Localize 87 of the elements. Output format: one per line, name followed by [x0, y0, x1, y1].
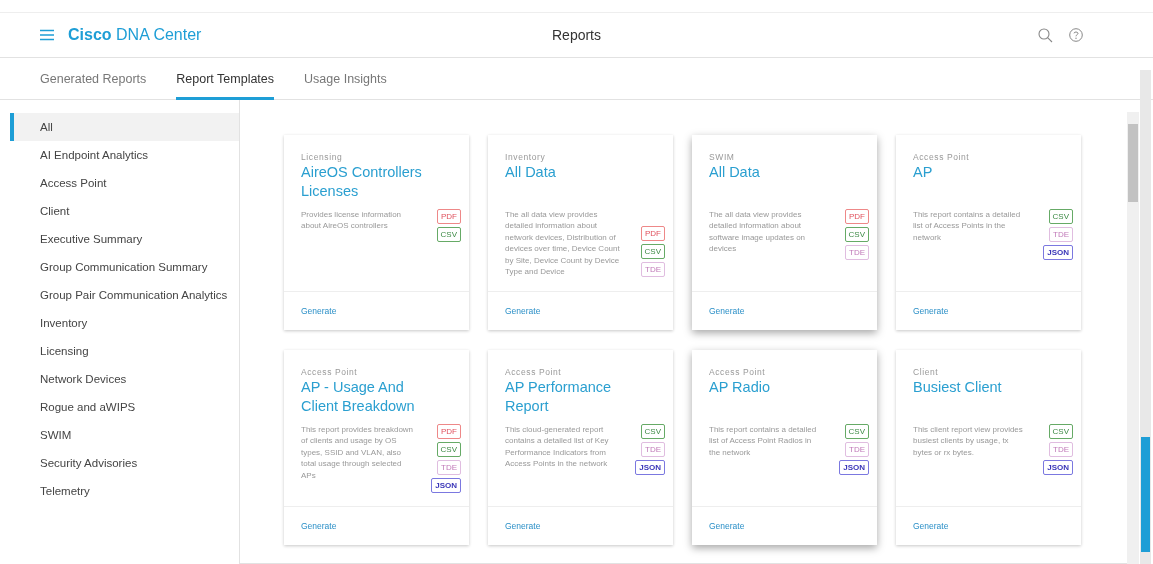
generate-link[interactable]: Generate	[301, 306, 337, 316]
card-title: Busiest Client	[913, 378, 1003, 397]
report-card[interactable]: SWIM All Data The all data view provides detailed information about software image updates on devices PDF CSV TDE Generate	[692, 135, 877, 330]
card-category: Access Point	[913, 152, 971, 162]
sidebar-item[interactable]: Group Communication Summary	[10, 253, 239, 281]
format-tag: JSON	[839, 460, 869, 475]
card-title: AP - Usage And Client Breakdown	[301, 378, 416, 416]
tab[interactable]: Report Templates	[176, 58, 275, 100]
format-tag: TDE	[641, 442, 665, 457]
format-tag: PDF	[437, 424, 461, 439]
card-description: The all data view provides detailed information about network devices, Distribution of devices over time, Device Count by Site, Device Count by Device Type and Device	[505, 209, 621, 278]
card-title: All Data	[709, 163, 761, 182]
card-description: This report provides breakdown of clients and usage by OS types, SSID and VLAN, also total usage through selected APs	[301, 424, 415, 482]
card-title: AireOS Controllers Licenses	[301, 163, 423, 201]
card-description: The all data view provides detailed information about software image updates on devices	[709, 209, 807, 255]
format-tag: TDE	[845, 442, 869, 457]
card-description: This cloud-generated report contains a detailed list of Key Performance Indicators from Access Points in the network	[505, 424, 610, 470]
generate-link[interactable]: Generate	[709, 521, 745, 531]
tab[interactable]: Usage Insights	[304, 58, 387, 100]
sidebar-item[interactable]: Client	[10, 197, 239, 225]
format-tag: TDE	[437, 460, 461, 475]
sidebar-item[interactable]: Licensing	[10, 337, 239, 365]
format-tag: TDE	[1049, 227, 1073, 242]
format-tag: TDE	[1049, 442, 1073, 457]
help-icon[interactable]	[1069, 28, 1083, 42]
card-title: AP Performance Report	[505, 378, 613, 416]
format-tag: JSON	[431, 478, 461, 493]
card-category: Access Point	[709, 367, 767, 377]
search-icon[interactable]	[1038, 27, 1053, 43]
format-tag: PDF	[845, 209, 869, 224]
format-tag: CSV	[1048, 424, 1073, 439]
card-description: This report contains a detailed list of Access Point Radios in the network	[709, 424, 818, 459]
tab[interactable]: Generated Reports	[40, 58, 147, 100]
format-tag: CSV	[1048, 209, 1073, 224]
card-category: Access Point	[301, 367, 359, 377]
generate-link[interactable]: Generate	[505, 306, 541, 316]
sidebar-item[interactable]: All	[10, 113, 239, 141]
report-card[interactable]: Access Point AP This report contains a detailed list of Access Points in the network CSV TDE JSON Generate	[896, 135, 1081, 330]
sidebar-item[interactable]: Security Advisories	[10, 449, 239, 477]
report-card[interactable]: Access Point AP Performance Report This cloud-generated report contains a detailed list of Key Performance Indicators from Access Points in the network CSV TDE JSON Generate	[488, 350, 673, 545]
generate-link[interactable]: Generate	[913, 306, 949, 316]
generate-link[interactable]: Generate	[301, 521, 337, 531]
generate-link[interactable]: Generate	[505, 521, 541, 531]
sidebar-item[interactable]: AI Endpoint Analytics	[10, 141, 239, 169]
sidebar-item[interactable]: Group Pair Communication Analytics	[10, 281, 239, 309]
report-card[interactable]: Client Busiest Client This client report view provides busiest clients by usage, tx bytes or rx bytes. CSV TDE JSON Generate	[896, 350, 1081, 545]
format-tag: PDF	[437, 209, 461, 224]
sidebar-item[interactable]: SWIM	[10, 421, 239, 449]
sidebar-item[interactable]: Inventory	[10, 309, 239, 337]
card-title: AP Radio	[709, 378, 771, 397]
card-title: AP	[913, 163, 934, 182]
format-tag: CSV	[640, 244, 665, 260]
sidebar-item[interactable]: Network Devices	[10, 365, 239, 393]
scrollbar[interactable]	[1127, 112, 1139, 564]
format-tag: CSV	[844, 424, 869, 439]
sidebar-item[interactable]: Access Point	[10, 169, 239, 197]
generate-link[interactable]: Generate	[709, 306, 745, 316]
format-tag: JSON	[1043, 460, 1073, 475]
generate-link[interactable]: Generate	[913, 521, 949, 531]
card-title: All Data	[505, 163, 557, 182]
format-tag: JSON	[1043, 245, 1073, 260]
card-category: Inventory	[505, 152, 547, 162]
card-category: Client	[913, 367, 940, 377]
report-card[interactable]	[488, 135, 673, 330]
format-tag: TDE	[845, 245, 869, 260]
format-tag: CSV	[436, 442, 461, 457]
report-card[interactable]: Access Point AP - Usage And Client Breakdown This report provides breakdown of clients and usage by OS types, SSID and VLAN, also total usage through selected APs PDF CSV TDE JSON Generate	[284, 350, 469, 545]
card-description: This client report view provides busiest clients by usage, tx bytes or rx bytes.	[913, 424, 1024, 459]
format-tag: CSV	[844, 227, 869, 242]
card-category: Licensing	[301, 152, 344, 162]
sidebar-item[interactable]: Executive Summary	[10, 225, 239, 253]
format-tag: CSV	[436, 227, 461, 242]
format-tag: CSV	[640, 424, 665, 439]
format-tag: PDF	[641, 226, 665, 242]
sidebar-item[interactable]: Telemetry	[10, 477, 239, 505]
scrollbar[interactable]	[1140, 70, 1151, 564]
card-category: Access Point	[505, 367, 563, 377]
sidebar-item[interactable]: Rogue and aWIPS	[10, 393, 239, 421]
card-description: This report contains a detailed list of Access Points in the network	[913, 209, 1022, 244]
report-card[interactable]: Licensing AireOS Controllers Licenses Provides license information about AireOS controllers PDF CSV Generate	[284, 135, 469, 330]
card-category: SWIM	[709, 152, 736, 162]
format-tag: TDE	[641, 262, 665, 278]
card-description: Provides license information about AireOS controllers	[301, 209, 403, 232]
menu-icon[interactable]	[40, 29, 54, 41]
page-title: Reports	[552, 27, 601, 43]
format-tag: JSON	[635, 460, 665, 475]
report-card[interactable]: Access Point AP Radio This report contains a detailed list of Access Point Radios in the network CSV TDE JSON Generate	[692, 350, 877, 545]
